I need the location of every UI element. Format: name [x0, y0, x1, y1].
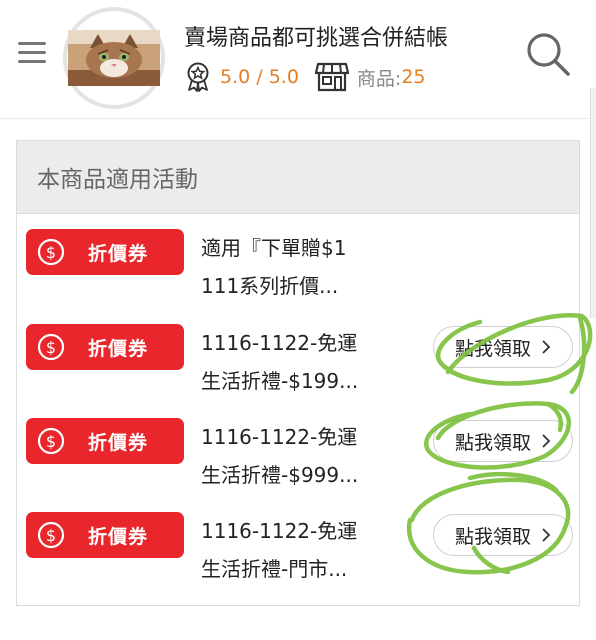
promotions-panel: 本商品適用活動 $ 折價券 適用『下單贈$1 111系列折價... $ 折價券 …	[16, 140, 580, 606]
promotion-line-1: 1116-1122-免運	[201, 519, 358, 543]
claim-coupon-button[interactable]: 點我領取	[433, 326, 573, 368]
promotion-description: 1116-1122-免運 生活折禮-門市...	[201, 512, 423, 588]
svg-text:$: $	[46, 526, 56, 545]
chevron-right-icon	[542, 434, 551, 448]
store-header: 賣場商品都可挑選合併結帳 5.0 / 5.0 商品: 25	[0, 0, 596, 119]
claim-coupon-button[interactable]: 點我領取	[433, 514, 573, 556]
claim-button-label: 點我領取	[454, 337, 531, 360]
coupon-label: 折價券	[88, 337, 149, 360]
search-icon[interactable]	[524, 30, 572, 78]
promotion-row[interactable]: $ 折價券 1116-1122-免運 生活折禮-$199... 點我領取	[26, 324, 573, 412]
promotion-description: 1116-1122-免運 生活折禮-$199...	[201, 324, 423, 400]
cat-photo	[68, 30, 160, 86]
dollar-circle-icon: $	[37, 333, 65, 361]
store-stats: 5.0 / 5.0 商品: 25	[184, 60, 426, 94]
promotion-description: 1116-1122-免運 生活折禮-$999...	[201, 418, 423, 494]
coupon-badge: $ 折價券	[26, 324, 184, 370]
menu-icon[interactable]	[16, 40, 50, 66]
dollar-circle-icon: $	[37, 238, 65, 266]
claim-button-label: 點我領取	[454, 525, 531, 548]
svg-text:$: $	[46, 243, 56, 262]
coupon-label: 折價券	[88, 242, 149, 265]
coupon-badge: $ 折價券	[26, 512, 184, 558]
panel-title: 本商品適用活動	[17, 141, 579, 214]
svg-text:$: $	[46, 432, 56, 451]
promotion-line-2: 生活折禮-$999...	[201, 463, 359, 487]
storefront-icon	[314, 62, 349, 92]
store-avatar[interactable]	[63, 7, 165, 109]
chevron-right-icon	[542, 340, 551, 354]
rosette-badge-icon	[187, 62, 209, 92]
coupon-label: 折價券	[88, 525, 149, 548]
coupon-badge: $ 折價券	[26, 418, 184, 464]
claim-coupon-button[interactable]: 點我領取	[433, 420, 573, 462]
coupon-badge: $ 折價券	[26, 229, 184, 275]
promotion-line-1: 1116-1122-免運	[201, 425, 358, 449]
promotion-description: 適用『下單贈$1 111系列折價...	[201, 229, 423, 305]
rating-value: 5.0 / 5.0	[220, 66, 299, 88]
promotion-line-1: 1116-1122-免運	[201, 331, 358, 355]
dollar-circle-icon: $	[37, 521, 65, 549]
promotion-row[interactable]: $ 折價券 適用『下單贈$1 111系列折價...	[26, 229, 572, 317]
promotion-line-2: 111系列折價...	[201, 274, 339, 298]
promotion-line-2: 生活折禮-$199...	[201, 369, 359, 393]
products-label: 商品:	[356, 67, 402, 90]
svg-text:$: $	[46, 338, 56, 357]
promotion-row[interactable]: $ 折價券 1116-1122-免運 生活折禮-門市... 點我領取	[26, 512, 573, 600]
products-count: 25	[401, 66, 426, 88]
promotion-line-1: 適用『下單贈$1	[201, 236, 347, 260]
store-name: 賣場商品都可挑選合併結帳	[184, 26, 449, 51]
chevron-right-icon	[542, 528, 551, 542]
scrollbar[interactable]	[590, 88, 596, 318]
promotion-row[interactable]: $ 折價券 1116-1122-免運 生活折禮-$999... 點我領取	[26, 418, 573, 506]
dollar-circle-icon: $	[37, 427, 65, 455]
promotion-line-2: 生活折禮-門市...	[201, 557, 348, 581]
claim-button-label: 點我領取	[454, 431, 531, 454]
coupon-label: 折價券	[88, 431, 149, 454]
